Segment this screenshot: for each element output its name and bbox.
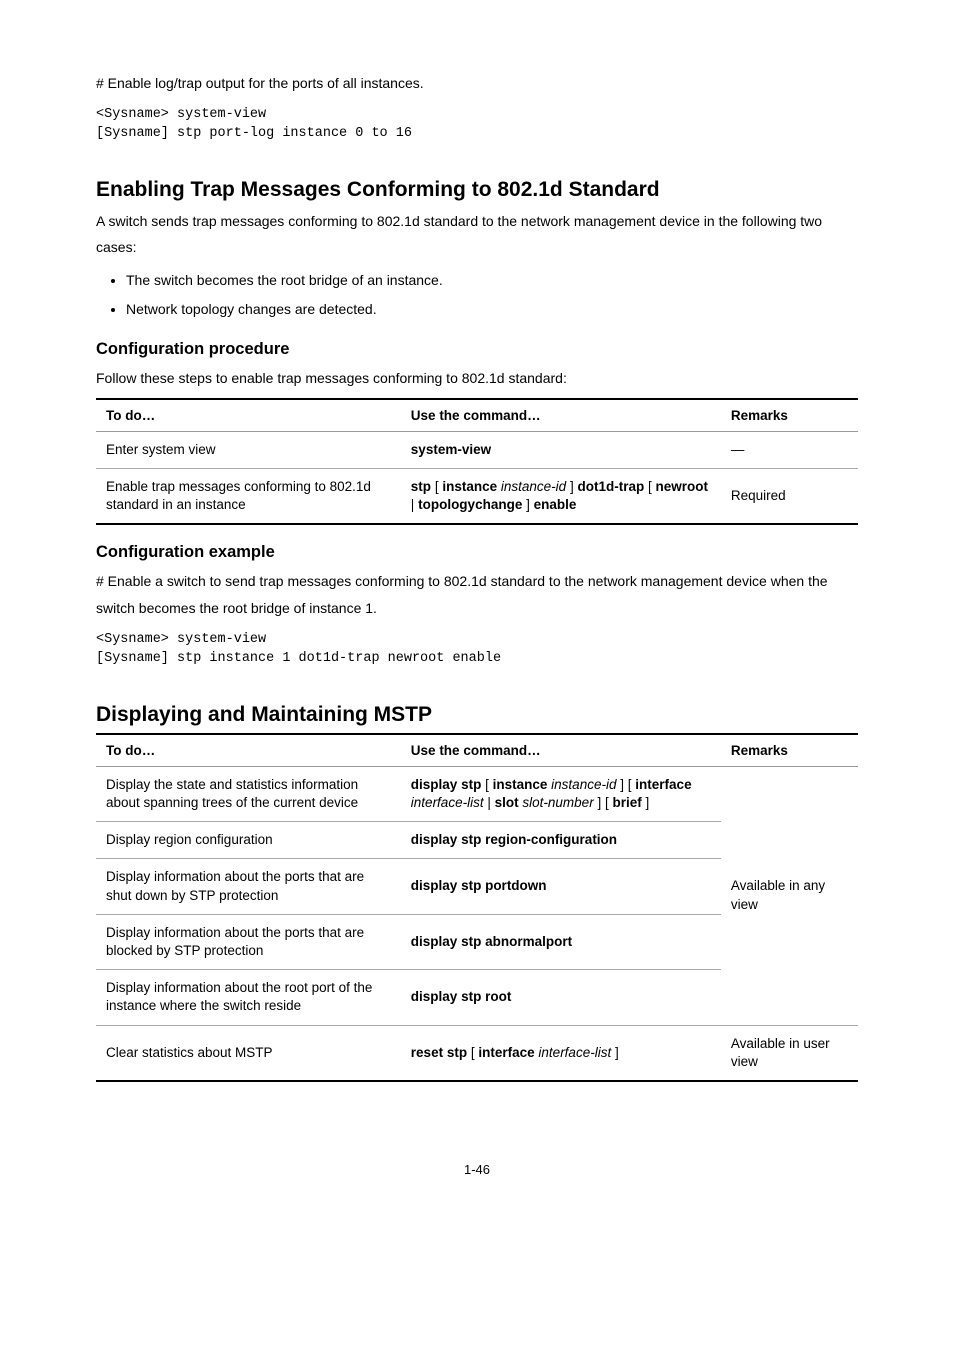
bracket: [ [648,479,652,494]
table-display-mstp: To do… Use the command… Remarks Display … [96,733,858,1082]
cmd-text: display stp [411,777,482,792]
bracket: ] [646,795,650,810]
cell-todo: Display information about the ports that… [96,859,401,914]
code-line: [Sysname] stp instance 1 dot1d-trap newr… [96,651,501,666]
cell-command: display stp root [401,970,721,1025]
steps-intro: Follow these steps to enable trap messag… [96,365,858,392]
cell-command: display stp portdown [401,859,721,914]
arg-text: interface-list [538,1045,611,1060]
cmd-text: display stp abnormalport [411,934,572,949]
pipe: | [411,497,415,512]
col-todo: To do… [96,734,401,767]
cmd-text: reset stp [411,1045,467,1060]
col-command: Use the command… [401,399,721,432]
cmd-text: newroot [656,479,709,494]
heading-config-example: Configuration example [96,543,858,562]
cell-todo: Display information about the ports that… [96,914,401,969]
table-row: Display the state and statistics informa… [96,766,858,821]
col-command: Use the command… [401,734,721,767]
cell-command: system-view [401,431,721,468]
col-todo: To do… [96,399,401,432]
code-block-1: <Sysname> system-view [Sysname] stp port… [96,105,858,144]
bracket: ] [570,479,574,494]
bracket: [ [485,777,489,792]
bullet-2: Network topology changes are detected. [126,296,858,323]
cell-remarks-span: Available in any view [721,766,858,1025]
cmd-text: topologychange [418,497,522,512]
bracket: ] [615,1045,619,1060]
arg-text: slot-number [522,795,593,810]
pipe: | [487,795,491,810]
cmd-text: instance [442,479,497,494]
heading-config-procedure: Configuration procedure [96,340,858,359]
page-root: # Enable log/trap output for the ports o… [0,0,954,1217]
code-block-2: <Sysname> system-view [Sysname] stp inst… [96,630,858,669]
cmd-text: interface [478,1045,534,1060]
cmd-text: instance [493,777,548,792]
bullet-1: The switch becomes the root bridge of an… [126,267,858,294]
bracket: [ [471,1045,475,1060]
cmd-text: brief [612,795,641,810]
cmd-text: display stp root [411,989,512,1004]
arg-text: instance-id [551,777,616,792]
heading-display-maintain: Displaying and Maintaining MSTP [96,703,858,727]
cmd-text: slot [495,795,519,810]
col-remarks: Remarks [721,734,858,767]
cmd-text: interface [635,777,691,792]
cell-todo: Enter system view [96,431,401,468]
cell-remarks: Required [721,468,858,524]
cell-todo: Enable trap messages conforming to 802.1… [96,468,401,524]
cell-command: display stp abnormalport [401,914,721,969]
cmd-text: system-view [411,442,491,457]
table-row: Clear statistics about MSTP reset stp [ … [96,1025,858,1081]
cell-command: display stp [ instance instance-id ] [ i… [401,766,721,821]
cell-todo: Clear statistics about MSTP [96,1025,401,1081]
code-line: [Sysname] stp port-log instance 0 to 16 [96,126,412,141]
col-remarks: Remarks [721,399,858,432]
cmd-text: display stp region-configuration [411,832,617,847]
arg-text: interface-list [411,795,484,810]
bracket: ] [620,777,624,792]
table-header-row: To do… Use the command… Remarks [96,399,858,432]
code-line: <Sysname> system-view [96,107,266,122]
page-number: 1-46 [96,1162,858,1177]
table-header-row: To do… Use the command… Remarks [96,734,858,767]
cell-todo: Display the state and statistics informa… [96,766,401,821]
cmd-text: enable [534,497,577,512]
heading-enabling-trap: Enabling Trap Messages Conforming to 802… [96,178,858,202]
para-trap-intro: A switch sends trap messages conforming … [96,208,858,261]
cell-command: reset stp [ interface interface-list ] [401,1025,721,1081]
cell-remarks: — [721,431,858,468]
bracket: [ [628,777,632,792]
intro-text: # Enable log/trap output for the ports o… [96,70,858,97]
code-line: <Sysname> system-view [96,632,266,647]
cell-todo: Display region configuration [96,822,401,859]
cell-todo: Display information about the root port … [96,970,401,1025]
table-row: Enter system view system-view — [96,431,858,468]
cmd-text: stp [411,479,431,494]
cmd-text: display stp portdown [411,878,547,893]
bracket: [ [435,479,439,494]
bullet-list: The switch becomes the root bridge of an… [96,267,858,322]
cell-command: display stp region-configuration [401,822,721,859]
bracket: ] [ [597,795,608,810]
table-trap-config: To do… Use the command… Remarks Enter sy… [96,398,858,526]
arg-text: instance-id [501,479,566,494]
cmd-text: dot1d-trap [577,479,644,494]
cell-command: stp [ instance instance-id ] dot1d-trap … [401,468,721,524]
example-para: # Enable a switch to send trap messages … [96,568,858,621]
cell-remarks: Available in user view [721,1025,858,1081]
bracket: ] [526,497,530,512]
table-row: Enable trap messages conforming to 802.1… [96,468,858,524]
